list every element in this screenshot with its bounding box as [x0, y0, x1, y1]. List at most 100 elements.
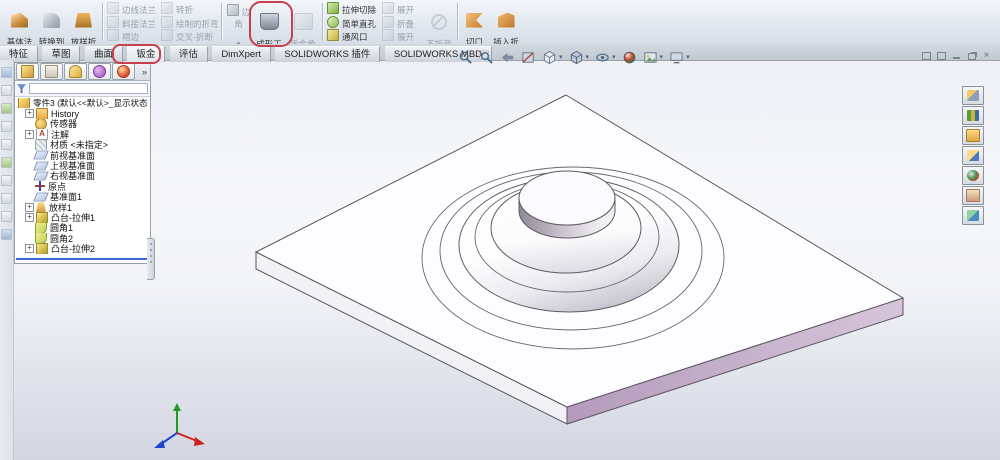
window-icon — [922, 52, 931, 60]
tree-item-label: 注解 — [51, 129, 70, 140]
edit-appearance-button[interactable] — [619, 49, 640, 66]
view-palette-button[interactable] — [962, 146, 984, 165]
featuremanager-tree-tab[interactable] — [16, 63, 39, 80]
apply-scene-button[interactable] — [640, 49, 667, 66]
document-recovery-button[interactable] — [962, 206, 984, 225]
tree-item-label: 凸台-拉伸2 — [51, 244, 96, 254]
left-toolbar-icon[interactable] — [1, 193, 12, 204]
custom-properties-icon — [966, 189, 980, 202]
left-toolbar-icon[interactable] — [1, 139, 12, 150]
material-icon — [35, 139, 47, 150]
expand-icon[interactable] — [25, 129, 34, 139]
left-toolbar-icon[interactable] — [1, 103, 12, 114]
display-style-button[interactable] — [566, 49, 593, 66]
tree-item-origin[interactable]: 原点 — [15, 181, 150, 192]
plane-icon — [33, 150, 49, 160]
left-toolbar-icon[interactable] — [1, 175, 12, 186]
tree-item-right-plane[interactable]: 右视基准面 — [15, 171, 150, 181]
tree-item-boss-extrude1[interactable]: 凸台-拉伸1 — [15, 212, 150, 223]
triad-x-axis — [176, 432, 198, 442]
custom-properties-button[interactable] — [962, 186, 984, 205]
expand-icon[interactable] — [25, 202, 34, 212]
displaymanager-tab[interactable] — [112, 63, 135, 80]
previous-view-button[interactable] — [497, 49, 518, 66]
view-orientation-button[interactable] — [539, 49, 566, 66]
solidworks-resources-button[interactable] — [962, 86, 984, 105]
rollback-bar[interactable] — [16, 258, 149, 260]
design-library-button[interactable] — [962, 106, 984, 125]
tree-item-fillet2[interactable]: 圆角2 — [15, 233, 150, 244]
solidworks-window: 基体法 兰/薄片 转换到 钣金 放样折 弯 边线法兰 斜接法兰 褶边 转折 绘制… — [0, 0, 1000, 460]
boss-extrude-icon — [36, 243, 48, 254]
left-toolbar-icon[interactable] — [1, 229, 12, 240]
restore-button[interactable] — [965, 50, 978, 62]
part-model[interactable] — [254, 94, 905, 425]
tab-dimxpert[interactable]: DimXpert — [212, 46, 271, 62]
tree-item-front-plane[interactable]: 前视基准面 — [15, 150, 150, 160]
panel-splitter-handle[interactable] — [147, 238, 155, 280]
left-toolbar-icon[interactable] — [1, 85, 12, 96]
left-toolbar-icon[interactable] — [1, 121, 12, 132]
manager-tabs-overflow-button[interactable]: » — [142, 67, 149, 77]
tab-solidworks-addins[interactable]: SOLIDWORKS 插件 — [275, 46, 381, 62]
tree-item-label: 圆角2 — [50, 233, 74, 244]
apply-scene-icon — [643, 51, 657, 63]
filter-funnel-icon — [17, 84, 26, 93]
tree-item-part[interactable]: 零件3 (默认<<默认>_显示状态 — [15, 98, 150, 109]
hide-show-items-button[interactable] — [592, 49, 619, 66]
featuremanager-panel: » 零件3 (默认<<默认>_显示状态 History 传感器 注解 材质 <未… — [14, 62, 151, 264]
boss-top-face[interactable] — [518, 170, 616, 226]
document-recovery-icon — [967, 210, 979, 221]
tree-filter-input[interactable] — [29, 83, 148, 94]
view-orientation-icon — [543, 50, 556, 64]
window-icon — [937, 52, 946, 60]
expand-icon[interactable] — [25, 212, 34, 222]
origin-icon — [35, 181, 45, 192]
file-explorer-button[interactable] — [962, 126, 984, 145]
dimxpertmanager-tab[interactable] — [88, 63, 111, 80]
tab-surfaces[interactable]: 曲面 — [84, 46, 123, 62]
zoom-to-fit-button[interactable] — [455, 49, 476, 66]
tree-item-annotations[interactable]: 注解 — [15, 129, 150, 140]
zoom-to-area-button[interactable] — [476, 49, 497, 66]
section-view-icon — [522, 51, 534, 63]
tab-sheet-metal[interactable]: 钣金 — [127, 46, 166, 62]
tree-item-boss-extrude2[interactable]: 凸台-拉伸2 — [15, 243, 150, 254]
tree-item-loft1[interactable]: 放样1 — [15, 202, 150, 212]
view-settings-button[interactable] — [666, 49, 693, 66]
minimize-icon — [953, 57, 960, 59]
configuration-manager-icon — [69, 65, 82, 78]
tree-item-material[interactable]: 材质 <未指定> — [15, 139, 150, 150]
boss-extrude-icon — [36, 212, 48, 223]
minimize-button[interactable] — [950, 50, 963, 62]
window-button-1[interactable] — [920, 50, 933, 62]
dimxpert-manager-icon — [93, 65, 106, 78]
left-toolbar-icon[interactable] — [1, 157, 12, 168]
loft-icon — [36, 202, 46, 213]
propertymanager-tab[interactable] — [40, 63, 63, 80]
tree-item-plane1[interactable]: 基准面1 — [15, 192, 150, 202]
appearances-scenes-button[interactable] — [962, 166, 984, 185]
tree-item-history[interactable]: History — [15, 108, 150, 119]
heads-up-view-toolbar — [455, 48, 693, 66]
tab-sketch[interactable]: 草图 — [42, 46, 81, 62]
tree-item-top-plane[interactable]: 上视基准面 — [15, 160, 150, 171]
section-view-button[interactable] — [518, 49, 539, 66]
tree-item-label: 基准面1 — [50, 192, 83, 202]
tree-item-fillet1[interactable]: 圆角1 — [15, 222, 150, 234]
window-button-2[interactable] — [935, 50, 948, 62]
part-icon — [18, 98, 30, 109]
zoom-to-area-icon — [479, 49, 493, 64]
close-button[interactable]: × — [980, 50, 993, 62]
expand-icon[interactable] — [25, 244, 34, 254]
expand-icon[interactable] — [25, 109, 34, 119]
tab-evaluate[interactable]: 评估 — [169, 46, 208, 62]
tree-item-label: 原点 — [48, 181, 67, 192]
edit-appearance-icon — [623, 51, 635, 63]
configurationmanager-tab[interactable] — [64, 63, 87, 80]
triad-y-arrowhead — [173, 403, 181, 411]
left-toolbar-icon[interactable] — [1, 67, 12, 78]
tree-item-sensors[interactable]: 传感器 — [15, 118, 150, 130]
feature-tree: 零件3 (默认<<默认>_显示状态 History 传感器 注解 材质 <未指定… — [15, 97, 150, 254]
left-toolbar-icon[interactable] — [1, 211, 12, 222]
